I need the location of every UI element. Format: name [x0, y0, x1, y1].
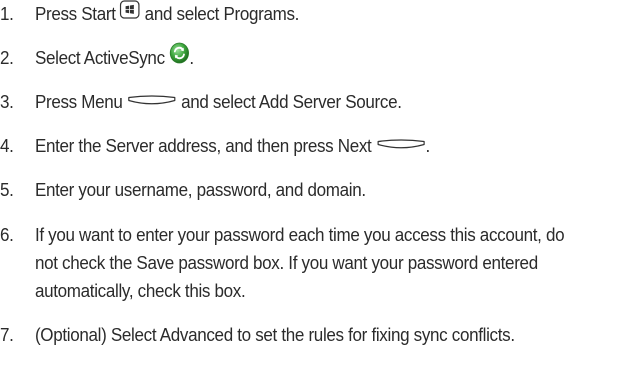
step-text: (Optional) Select Advanced to set the ru…	[34, 324, 515, 345]
step-3: 3. Press Menu and select Add Server Sour…	[0, 88, 591, 117]
step-number: 4.	[0, 135, 14, 156]
step-text: Enter your username, password, and domai…	[34, 179, 366, 200]
step-number: 5.	[0, 179, 14, 200]
softkey-icon	[376, 132, 426, 160]
step-number: 3.	[0, 91, 14, 112]
step-text: Enter the Server address, and then press…	[35, 132, 591, 161]
step-text-part: and select Programs.	[144, 3, 300, 24]
start-button-icon	[120, 0, 140, 27]
step-2: 2. Select ActiveSync .	[0, 42, 591, 74]
step-text-part: Select ActiveSync	[34, 47, 165, 68]
step-text: Press Start and select Programs.	[35, 0, 591, 29]
step-text-part: .	[189, 47, 194, 68]
step-number: 2.	[0, 47, 14, 68]
activesync-icon	[169, 42, 189, 72]
step-text-part: Enter the Server address, and then press…	[34, 135, 372, 156]
step-1: 1. Press Start and select Programs.	[0, 0, 591, 29]
step-number: 1.	[0, 3, 14, 24]
step-text-part: Press Menu	[34, 91, 123, 112]
softkey-icon	[127, 88, 177, 116]
step-6: 6. If you want to enter your password ea…	[0, 221, 591, 305]
step-text-part: Press Start	[34, 3, 116, 24]
step-text: Select ActiveSync .	[34, 42, 591, 74]
step-5: 5. Enter your username, password, and do…	[0, 176, 591, 204]
step-text-part: .	[425, 135, 431, 156]
step-number: 6.	[0, 224, 14, 245]
step-number: 7.	[0, 324, 14, 345]
step-7: 7. (Optional) Select Advanced to set the…	[0, 321, 591, 349]
step-text-part: and select Add Server Source.	[181, 91, 402, 112]
instruction-steps: 1. Press Start and select Programs. 2. S…	[0, 0, 642, 389]
step-4: 4. Enter the Server address, and then pr…	[0, 132, 591, 161]
step-text: Press Menu and select Add Server Source.	[35, 88, 591, 117]
step-text: If you want to enter your password each …	[34, 224, 565, 301]
